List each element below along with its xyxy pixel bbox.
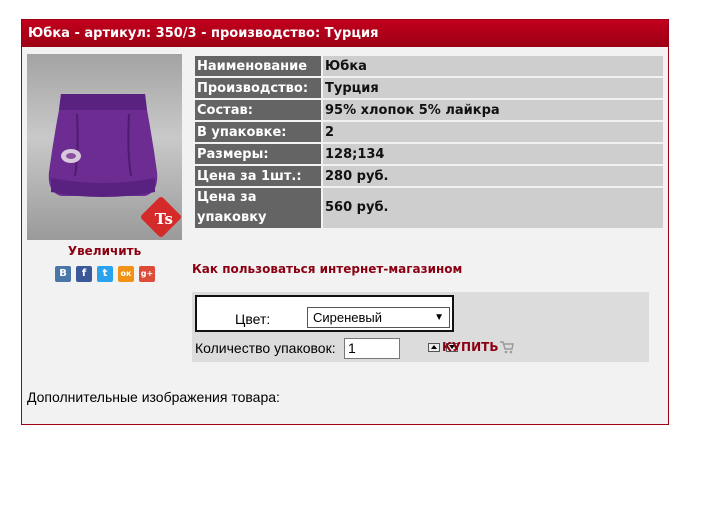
spec-row: Цена за упаковку 560 руб. xyxy=(195,188,663,228)
facebook-icon[interactable]: f xyxy=(76,266,92,282)
spec-value: 2 xyxy=(323,122,663,142)
color-picker-box: Цвет: Сиреневый ▼ xyxy=(195,295,454,332)
spec-row: Цена за 1шт.: 280 руб. xyxy=(195,166,663,186)
color-select[interactable]: Сиреневый ▼ xyxy=(307,307,450,328)
spec-label: Цена за 1шт.: xyxy=(195,166,321,186)
spec-row: В упаковке: 2 xyxy=(195,122,663,142)
buy-button-label: КУПИТЬ xyxy=(442,340,499,354)
extra-images-label: Дополнительные изображения товара: xyxy=(27,389,280,405)
social-share-bar: В f t ок g+ xyxy=(55,266,155,282)
spec-value: 560 руб. xyxy=(323,188,663,228)
arrow-up-icon xyxy=(431,345,437,349)
spec-value: 95% хлопок 5% лайкра xyxy=(323,100,663,120)
cart-icon xyxy=(500,340,515,353)
spec-value: Турция xyxy=(323,78,663,98)
product-title: Юбка - артикул: 350/3 - производство: Ту… xyxy=(22,20,668,47)
skirt-image xyxy=(48,94,158,197)
quantity-increase-button[interactable] xyxy=(428,343,440,352)
spec-row: Размеры: 128;134 xyxy=(195,144,663,164)
buy-button[interactable]: КУПИТЬ xyxy=(442,340,515,354)
zoom-link[interactable]: Увеличить xyxy=(27,244,182,258)
product-photo[interactable]: Ts xyxy=(27,54,182,240)
spec-row: Производство: Турция xyxy=(195,78,663,98)
shop-help-link[interactable]: Как пользоваться интернет-магазином xyxy=(192,262,462,276)
color-select-value: Сиреневый xyxy=(313,310,383,325)
dropdown-arrow-icon: ▼ xyxy=(434,312,444,323)
quantity-input[interactable]: 1 xyxy=(344,338,400,359)
brand-logo-text: Ts xyxy=(154,210,173,228)
spec-row: Наименование Юбка xyxy=(195,56,663,76)
product-specs-table: Наименование Юбка Производство: Турция С… xyxy=(193,54,665,230)
spec-label: Цена за упаковку xyxy=(195,188,321,228)
vk-icon[interactable]: В xyxy=(55,266,71,282)
spec-label: Размеры: xyxy=(195,144,321,164)
color-label: Цвет: xyxy=(235,311,271,327)
order-form: Цвет: Сиреневый ▼ Количество упаковок: 1… xyxy=(192,292,649,362)
spec-label: Производство: xyxy=(195,78,321,98)
product-panel: Юбка - артикул: 350/3 - производство: Ту… xyxy=(21,19,669,425)
spec-row: Состав: 95% хлопок 5% лайкра xyxy=(195,100,663,120)
spec-label: Состав: xyxy=(195,100,321,120)
spec-value: Юбка xyxy=(323,56,663,76)
odnoklassniki-icon[interactable]: ок xyxy=(118,266,134,282)
spec-value: 280 руб. xyxy=(323,166,663,186)
quantity-label: Количество упаковок: xyxy=(195,340,336,356)
spec-label: В упаковке: xyxy=(195,122,321,142)
twitter-icon[interactable]: t xyxy=(97,266,113,282)
google-plus-icon[interactable]: g+ xyxy=(139,266,155,282)
spec-value: 128;134 xyxy=(323,144,663,164)
spec-label: Наименование xyxy=(195,56,321,76)
